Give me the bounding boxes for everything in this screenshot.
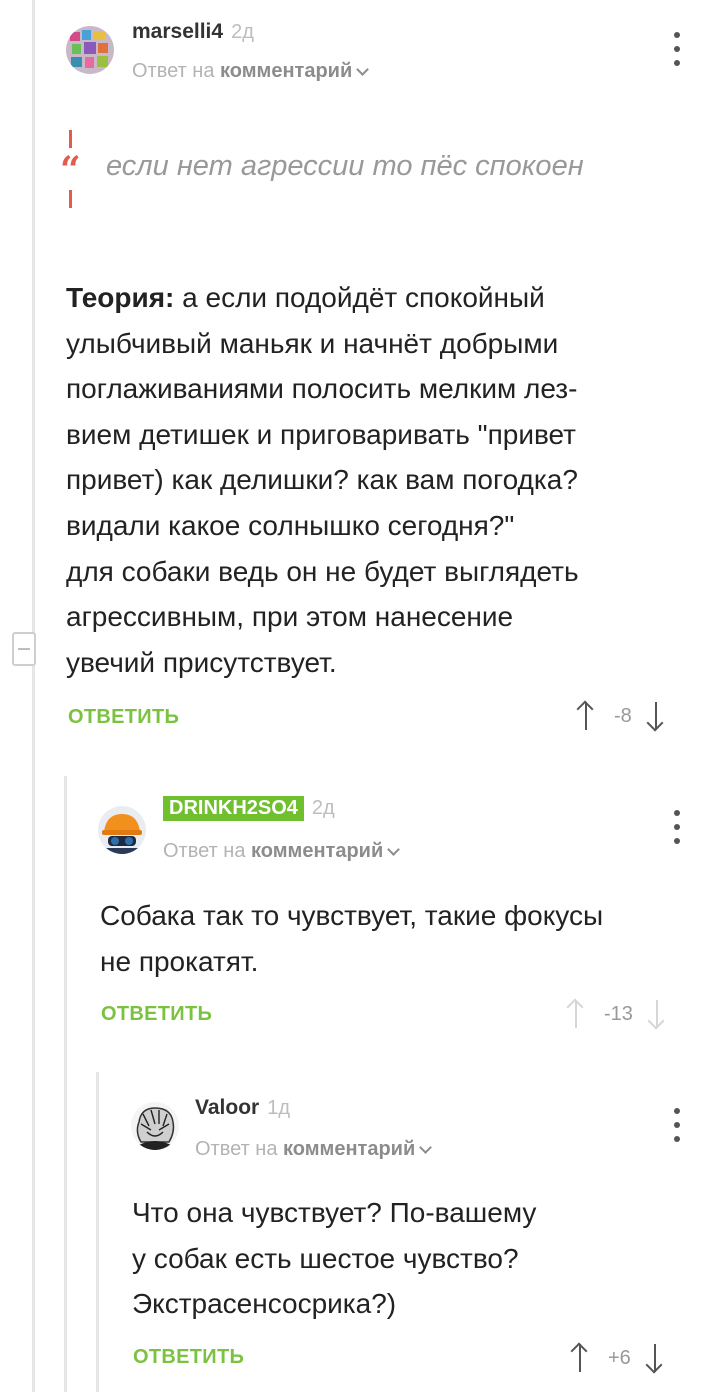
arrow-up-icon[interactable]: [576, 700, 596, 732]
reply-prefix: Ответ на: [195, 1138, 278, 1160]
body-line: увечий присутствует.: [66, 646, 337, 678]
reply-prefix: Ответ на: [163, 840, 246, 862]
score: +6: [608, 1346, 631, 1369]
reply-to-link[interactable]: Ответ на комментарий: [195, 1138, 433, 1161]
chevron-down-icon: [419, 1141, 433, 1154]
reply-prefix: Ответ на: [132, 60, 215, 82]
author-name[interactable]: Valoor: [195, 1096, 259, 1120]
more-options-button[interactable]: [672, 32, 682, 66]
avatar-image: [66, 26, 114, 74]
reply-to-link[interactable]: Ответ на комментарий: [132, 60, 370, 83]
comment-body: Собака так то чувствует, такие фокусы не…: [100, 893, 700, 984]
vote-controls: -13: [566, 996, 667, 1032]
body-lead: Теория:: [66, 282, 175, 313]
reply-target: комментарий: [251, 840, 384, 862]
body-line: агрессивным, при этом нанесение: [66, 601, 514, 633]
comment-time: 2д: [231, 21, 254, 43]
thread-line-level-1: [64, 776, 67, 1392]
quote-text: если нет агрессии то пёс спокоен: [106, 150, 584, 182]
arrow-up-icon[interactable]: [570, 1342, 590, 1374]
author-name[interactable]: marselli4: [132, 20, 223, 44]
reply-button[interactable]: ОТВЕТИТЬ: [133, 1346, 244, 1369]
arrow-down-icon[interactable]: [646, 700, 666, 732]
avatar[interactable]: [98, 806, 146, 854]
comment-time: 2д: [311, 797, 335, 819]
body-line: поглаживаниями полосить мелким лез-: [66, 373, 578, 405]
body-line: Собака так то чувствует, такие фокусы: [100, 900, 604, 931]
reply-target: комментарий: [220, 60, 353, 82]
body-line: видали какое солнышко сегодня?": [66, 509, 515, 541]
body-line: улыбчивый маньяк и начнёт добрыми: [66, 327, 559, 359]
avatar-image: [98, 806, 146, 854]
avatar[interactable]: [66, 26, 114, 74]
author-name[interactable]: DRINKH2SO4: [163, 796, 304, 821]
quote-icon: “: [60, 149, 81, 191]
arrow-down-icon[interactable]: [647, 998, 667, 1030]
vote-controls: -8: [576, 698, 666, 734]
reply-button[interactable]: ОТВЕТИТЬ: [68, 706, 179, 729]
more-options-button[interactable]: [672, 810, 682, 844]
score: -8: [614, 704, 632, 727]
body-line: для собаки ведь он не будет выглядеть: [66, 555, 579, 587]
chevron-down-icon: [356, 63, 370, 76]
body-line: привет) как делишки? как вам погодка?: [66, 464, 578, 496]
reply-target: комментарий: [283, 1138, 416, 1160]
collapse-thread-button[interactable]: [12, 632, 36, 666]
comment-body: Что она чувствует? По-вашему у собак ест…: [132, 1190, 702, 1327]
vote-controls: +6: [570, 1340, 665, 1376]
more-options-button[interactable]: [672, 1108, 682, 1142]
body-line: у собак есть шестое чувство?: [132, 1242, 519, 1274]
score: -13: [604, 1002, 633, 1025]
avatar[interactable]: [131, 1102, 179, 1150]
body-line: Экстрасенсосрика?): [132, 1288, 397, 1320]
arrow-down-icon[interactable]: [645, 1342, 665, 1374]
thread-line-root: [32, 0, 35, 1392]
comment-time: 1д: [267, 1097, 290, 1119]
thread-line-level-2: [96, 1072, 99, 1392]
body-line: Что она чувствует? По-вашему: [132, 1197, 537, 1228]
avatar-image: [131, 1102, 179, 1150]
reply-button[interactable]: ОТВЕТИТЬ: [101, 1003, 212, 1026]
body-line: вием детишек и приговаривать "привет: [66, 418, 576, 450]
comment-body: Теория: а если подойдёт спокойный улыбчи…: [66, 275, 696, 685]
body-line: не прокатят.: [100, 945, 259, 977]
reply-to-link[interactable]: Ответ на комментарий: [163, 840, 401, 863]
chevron-down-icon: [387, 843, 401, 856]
arrow-up-icon[interactable]: [566, 998, 586, 1030]
body-line: а если подойдёт спокойный: [182, 282, 545, 313]
